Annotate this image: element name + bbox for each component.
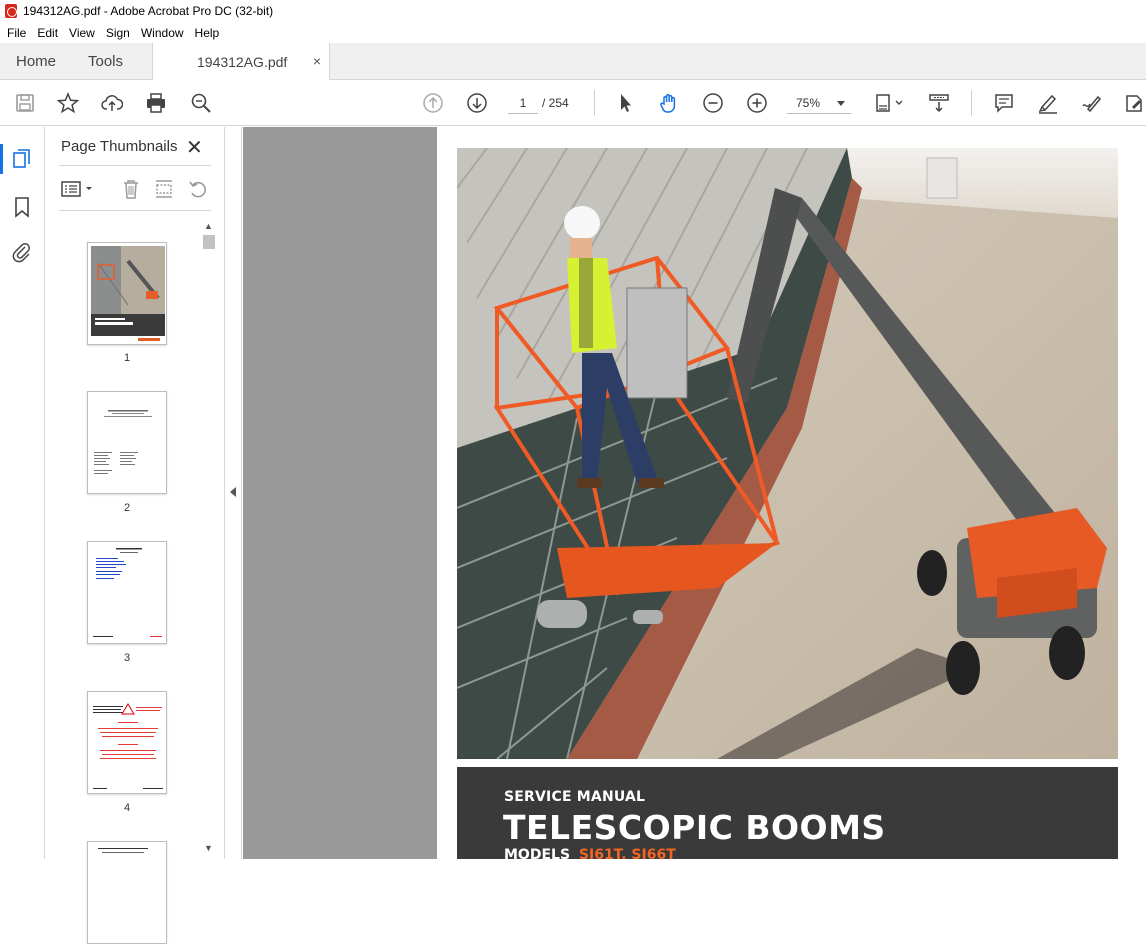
panel-collapse-handle[interactable]	[224, 127, 242, 859]
hand-tool-icon[interactable]	[656, 90, 682, 116]
models-line: MODELS SJ61T, SJ66T	[504, 847, 676, 859]
tab-home[interactable]: Home	[16, 43, 56, 80]
scrollbar-thumb[interactable]	[203, 235, 215, 249]
service-manual-label: SERVICE MANUAL	[504, 789, 646, 805]
thumbnail-page-number: 2	[123, 502, 131, 514]
thumbnail-page-number: 3	[123, 652, 131, 664]
cover-banner: SERVICE MANUAL TELESCOPIC BOOMS MODELS S…	[457, 767, 1118, 859]
page-thumbnails-icon[interactable]	[11, 148, 33, 170]
attachment-icon[interactable]	[11, 241, 33, 263]
menu-file[interactable]: File	[7, 26, 26, 40]
menu-window[interactable]: Window	[141, 26, 184, 40]
page-thumbnail[interactable]	[87, 242, 167, 345]
page-total: / 254	[542, 96, 569, 110]
edit-tools-icon[interactable]	[1121, 90, 1146, 116]
scroll-mode-icon[interactable]	[926, 90, 952, 116]
navigation-rail	[0, 127, 45, 859]
page-thumbnail[interactable]	[87, 391, 167, 494]
print-icon[interactable]	[143, 90, 169, 116]
menu-sign[interactable]: Sign	[106, 26, 130, 40]
delete-page-icon[interactable]	[120, 177, 142, 201]
bookmark-icon[interactable]	[11, 196, 33, 218]
panel-title: Page Thumbnails	[61, 138, 178, 155]
panel-divider	[59, 165, 211, 166]
rotate-page-icon[interactable]	[187, 177, 209, 201]
page-thumbnail[interactable]	[87, 841, 167, 944]
select-cursor-icon[interactable]	[612, 90, 638, 116]
close-panel-icon[interactable]: ✕	[186, 135, 203, 160]
window-title: 194312AG.pdf - Adobe Acrobat Pro DC (32-…	[23, 4, 274, 18]
thumbnail-page-number: 1	[123, 352, 131, 364]
document-view[interactable]: SERVICE MANUAL TELESCOPIC BOOMS MODELS S…	[243, 127, 1146, 859]
previous-page-icon[interactable]	[420, 90, 446, 116]
page-thumbnail[interactable]	[87, 541, 167, 644]
panel-divider	[59, 210, 211, 211]
extract-page-icon[interactable]	[153, 177, 175, 201]
page-thumbnails-panel: Page Thumbnails ✕ 1 2 3 4 ▲ ▼	[46, 127, 224, 944]
menu-edit[interactable]: Edit	[37, 26, 58, 40]
menu-bar: File Edit View Sign Window Help	[0, 22, 1146, 43]
star-icon[interactable]	[55, 90, 81, 116]
title-bar: 194312AG.pdf - Adobe Acrobat Pro DC (32-…	[0, 0, 1146, 22]
tab-tools[interactable]: Tools	[88, 43, 123, 80]
scroll-down-icon[interactable]: ▼	[204, 843, 213, 853]
cover-photo	[457, 148, 1118, 759]
comment-icon[interactable]	[991, 90, 1017, 116]
menu-view[interactable]: View	[69, 26, 95, 40]
thumbnail-page-number: 4	[123, 802, 131, 814]
tab-document-label: 194312AG.pdf	[197, 54, 288, 70]
draw-sign-icon[interactable]	[1079, 90, 1105, 116]
collapse-arrow-icon	[230, 487, 236, 497]
models-value: SJ61T, SJ66T	[578, 847, 676, 859]
acrobat-icon	[5, 4, 17, 18]
page-number-input[interactable]: 1	[508, 92, 538, 114]
tab-document[interactable]: 194312AG.pdf ×	[152, 43, 330, 81]
next-page-icon[interactable]	[464, 90, 490, 116]
zoom-out-icon[interactable]	[700, 90, 726, 116]
chevron-down-icon	[837, 101, 845, 106]
cloud-upload-icon[interactable]	[99, 90, 125, 116]
zoom-level-value: 75%	[796, 96, 821, 110]
save-icon[interactable]	[12, 90, 38, 116]
thumbnail-options-icon[interactable]	[61, 177, 95, 201]
selected-indicator	[0, 144, 3, 174]
thumbnail-scrollbar[interactable]: ▲ ▼	[202, 219, 215, 859]
menu-help[interactable]: Help	[195, 26, 220, 40]
zoom-search-icon[interactable]	[188, 90, 214, 116]
models-label: MODELS	[504, 847, 571, 859]
zoom-level-dropdown[interactable]: 75%	[787, 92, 851, 114]
scroll-up-icon[interactable]: ▲	[204, 221, 213, 231]
page-thumbnail[interactable]	[87, 691, 167, 794]
toolbar-divider	[594, 90, 595, 116]
zoom-in-icon[interactable]	[744, 90, 770, 116]
close-tab-icon[interactable]: ×	[313, 53, 321, 69]
tab-bar: Home Tools 194312AG.pdf ×	[0, 43, 1146, 81]
highlight-pen-icon[interactable]	[1035, 90, 1061, 116]
toolbar-divider	[971, 90, 972, 116]
pdf-page: SERVICE MANUAL TELESCOPIC BOOMS MODELS S…	[437, 127, 1146, 859]
cover-title: TELESCOPIC BOOMS	[503, 808, 886, 847]
page-fit-icon[interactable]	[872, 90, 906, 116]
main-toolbar: 1 / 254 75%	[0, 80, 1146, 126]
